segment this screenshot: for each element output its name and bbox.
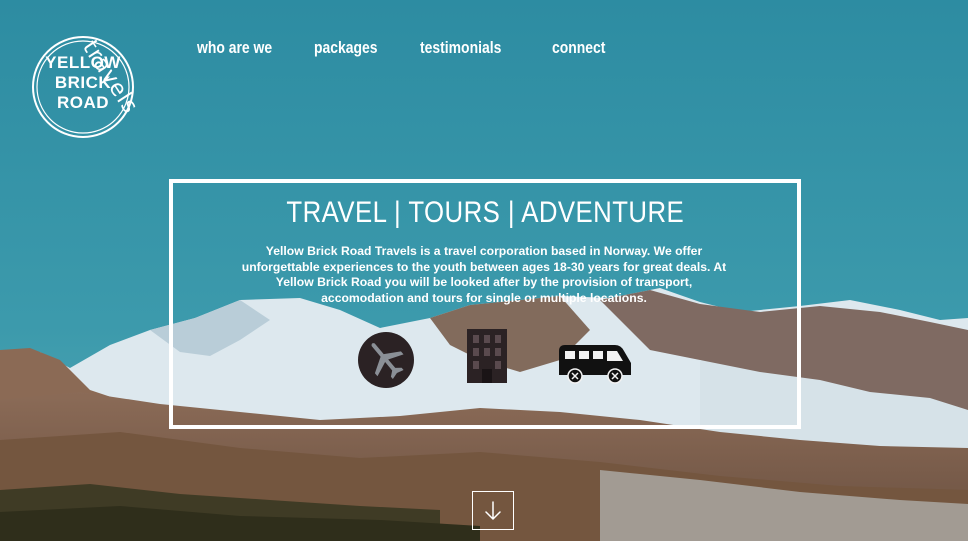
arrow-down-icon xyxy=(485,501,501,520)
scroll-down-button[interactable] xyxy=(472,491,514,530)
building-icon xyxy=(467,329,507,383)
hero-headline-text: TRAVEL | TOURS | ADVENTURE xyxy=(286,196,684,229)
van-icon xyxy=(559,345,631,384)
hero-headline: TRAVEL | TOURS | ADVENTURE xyxy=(169,196,801,230)
main-nav: who are we packages testimonials connect xyxy=(0,38,968,62)
nav-link-packages[interactable]: packages xyxy=(314,38,378,58)
nav-link-connect[interactable]: connect xyxy=(552,38,605,58)
airplane-icon xyxy=(358,332,414,388)
nav-link-who-are-we[interactable]: who are we xyxy=(197,38,272,58)
nav-link-testimonials[interactable]: testimonials xyxy=(420,38,501,58)
hero-description: Yellow Brick Road Travels is a travel co… xyxy=(241,244,727,305)
